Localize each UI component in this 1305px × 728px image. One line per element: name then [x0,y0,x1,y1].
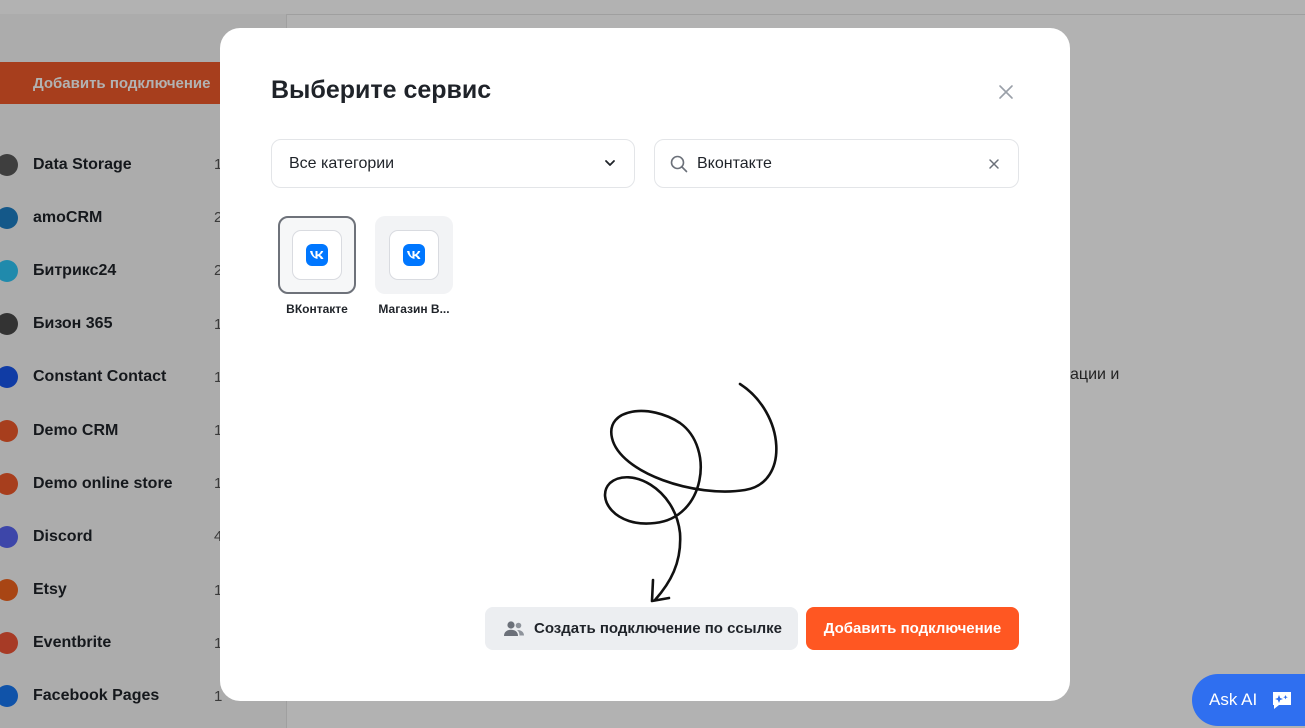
service-tile-label: Магазин В... [378,302,450,316]
ask-ai-button[interactable]: Ask AI [1192,674,1305,726]
ask-ai-label: Ask AI [1209,690,1258,709]
service-logo-frame [292,230,342,280]
chevron-down-icon [605,160,615,166]
search-input[interactable] [697,151,977,177]
service-tile-vkontakte[interactable]: ВКонтакте [278,216,356,316]
clear-search-icon[interactable] [988,158,1000,170]
add-connection-button[interactable]: Добавить подключение [806,607,1019,650]
choose-service-modal: Выберите сервис Все категории ВКонт [220,28,1070,701]
close-button[interactable] [996,82,1016,102]
ai-sparkle-chat-icon [1271,690,1293,710]
category-select-value: Все категории [289,154,395,172]
create-connection-by-link-button[interactable]: Создать подключение по ссылке [485,607,798,650]
service-tile-label: ВКонтакте [286,302,348,316]
vk-logo-icon [306,244,328,266]
close-icon [999,85,1013,99]
search-icon [670,155,688,173]
category-select[interactable]: Все категории [271,139,635,188]
vk-logo-icon [403,244,425,266]
hand-drawn-arrow-annotation [603,382,778,603]
users-icon [503,620,525,638]
service-tile-vk-store[interactable]: Магазин В... [375,216,453,316]
service-tile-box[interactable] [375,216,453,294]
service-tile-box[interactable] [278,216,356,294]
search-field [654,139,1019,188]
service-logo-frame [389,230,439,280]
create-connection-by-link-label: Создать подключение по ссылке [534,620,782,637]
modal-title: Выберите сервис [271,76,492,104]
